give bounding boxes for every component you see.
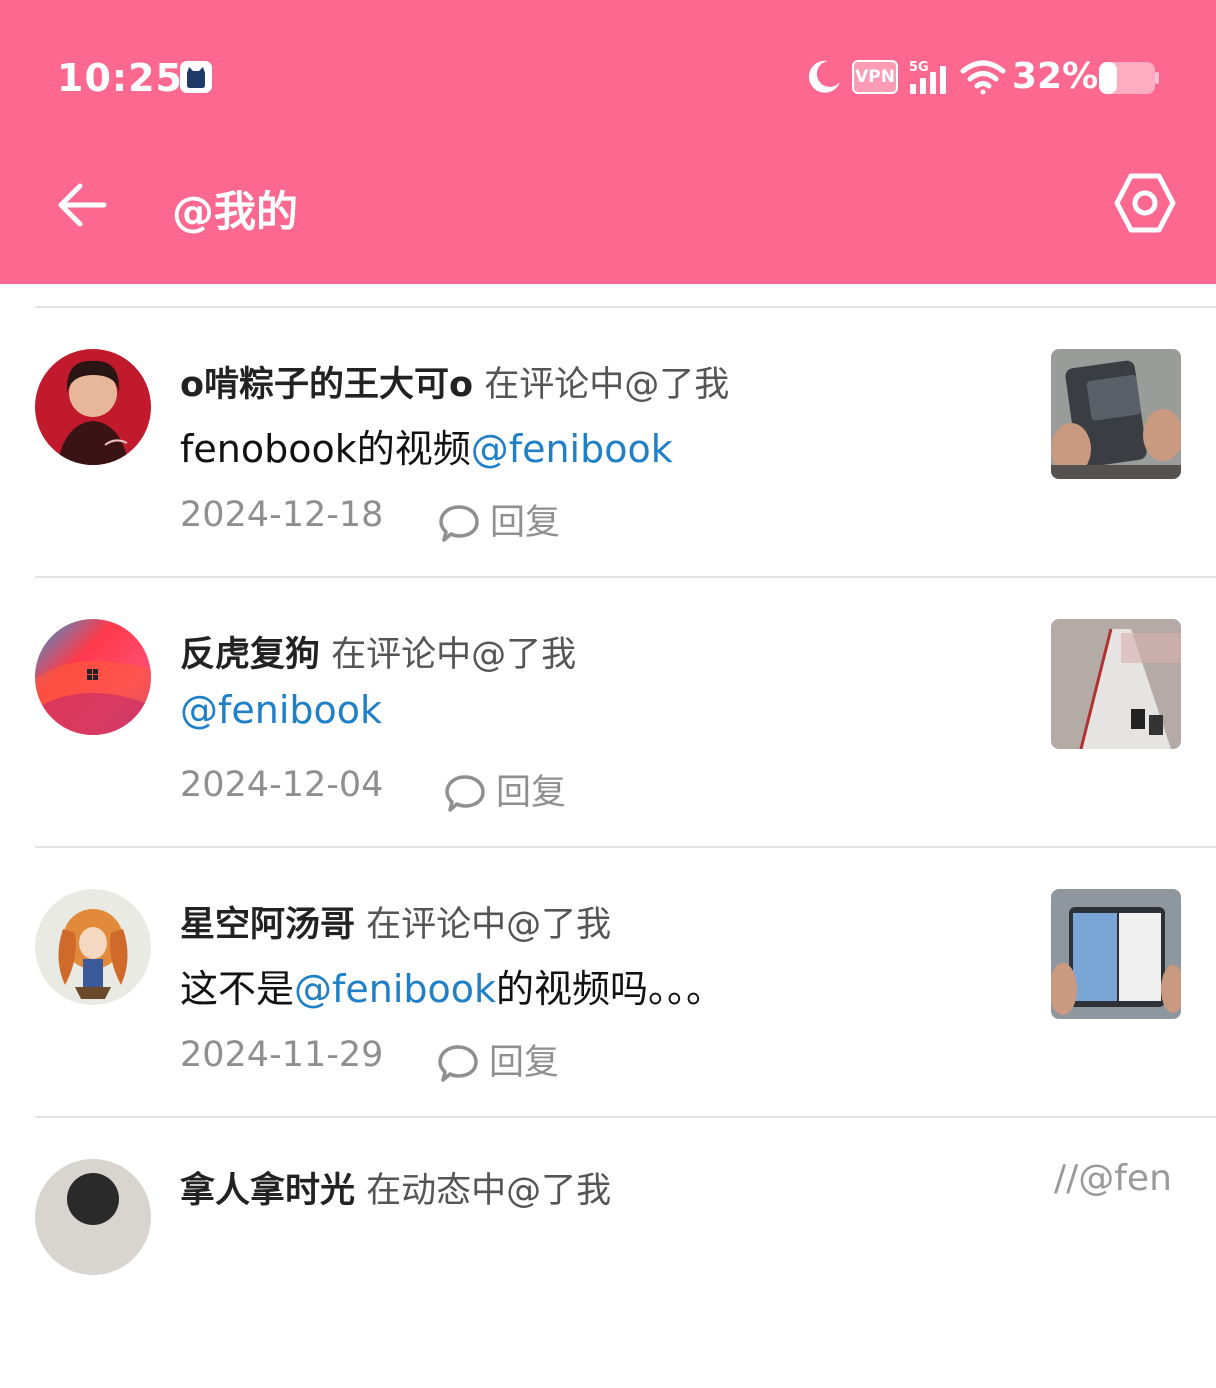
mention-list-item[interactable]: 反虎复狗 在评论中@了我 @fenibook 2024-12-04 回复: [0, 578, 1216, 848]
reply-button[interactable]: 回复: [437, 1034, 559, 1085]
status-time: 10:25: [57, 56, 183, 100]
comment-bubble-icon: [439, 505, 479, 542]
user-name[interactable]: 拿人拿时光: [180, 1171, 355, 1211]
mention-header: o啃粽子的王大可o 在评论中@了我: [180, 356, 729, 407]
comment-text: @fenibook: [180, 688, 382, 732]
header-bar: 10:25 VPN 5G 32% @我的: [0, 0, 1216, 284]
video-thumbnail[interactable]: [1051, 889, 1181, 1019]
signal-icon: 5G: [908, 58, 952, 100]
avatar[interactable]: [35, 1159, 151, 1275]
comment-text-after: 的视频吗。。。: [496, 967, 725, 1011]
settings-icon[interactable]: [1112, 170, 1178, 240]
mention-link[interactable]: @fenibook: [180, 688, 382, 732]
video-thumbnail[interactable]: [1051, 349, 1181, 479]
moon-icon: [806, 58, 842, 98]
user-name[interactable]: 反虎复狗: [180, 635, 320, 675]
mention-list-item[interactable]: o啃粽子的王大可o 在评论中@了我 fenobook的视频@fenibook 2…: [0, 308, 1216, 578]
comment-bubble-icon: [445, 775, 485, 812]
page-title: @我的: [172, 187, 299, 236]
comment-text: 这不是@fenibook的视频吗。。。: [180, 958, 724, 1013]
mention-list-item[interactable]: 星空阿汤哥 在评论中@了我 这不是@fenibook的视频吗。。。 2024-1…: [0, 848, 1216, 1118]
mention-header: 拿人拿时光 在动态中@了我: [180, 1162, 611, 1213]
reply-button[interactable]: 回复: [438, 494, 560, 545]
reply-label: 回复: [489, 1043, 560, 1083]
mention-header: 反虎复狗 在评论中@了我: [180, 626, 576, 677]
user-name[interactable]: 星空阿汤哥: [180, 905, 355, 945]
avatar[interactable]: [35, 889, 151, 1005]
mention-list-item[interactable]: 拿人拿时光 在动态中@了我 //@fen: [0, 1118, 1216, 1388]
comment-bubble-icon: [438, 1045, 478, 1082]
battery-percentage: 32%: [1012, 56, 1099, 97]
comment-date: 2024-12-04: [180, 765, 384, 805]
vpn-badge: VPN: [852, 60, 898, 94]
mention-link[interactable]: @fenibook: [471, 427, 673, 471]
reply-label: 回复: [496, 773, 567, 813]
cat-app-icon: [180, 61, 212, 93]
comment-date: 2024-11-29: [180, 1035, 384, 1075]
comment-text-before: fenobook的视频: [180, 427, 471, 471]
svg-text:5G: 5G: [909, 60, 929, 75]
video-thumbnail[interactable]: [1051, 619, 1181, 749]
back-arrow-icon[interactable]: [56, 180, 108, 234]
comment-date: 2024-12-18: [180, 495, 384, 535]
wifi-icon: [960, 58, 1006, 100]
mention-link[interactable]: @fenibook: [294, 967, 496, 1011]
mention-action-text: 在评论中@了我: [484, 365, 730, 405]
mention-header: 星空阿汤哥 在评论中@了我: [180, 896, 611, 947]
status-bar: 10:25 VPN 5G 32%: [0, 0, 1216, 150]
comment-text-before: 这不是: [180, 967, 295, 1011]
avatar[interactable]: [35, 619, 151, 735]
mention-action-text: 在评论中@了我: [331, 635, 577, 675]
battery-icon: [1098, 60, 1160, 100]
user-name[interactable]: o啃粽子的王大可o: [180, 365, 473, 405]
mention-action-text: 在评论中@了我: [366, 905, 612, 945]
avatar[interactable]: [35, 349, 151, 465]
preview-text: //@fen: [1054, 1158, 1172, 1199]
reply-button[interactable]: 回复: [444, 764, 566, 815]
comment-text: fenobook的视频@fenibook: [180, 418, 673, 473]
reply-label: 回复: [490, 503, 561, 543]
mention-action-text: 在动态中@了我: [366, 1171, 612, 1211]
